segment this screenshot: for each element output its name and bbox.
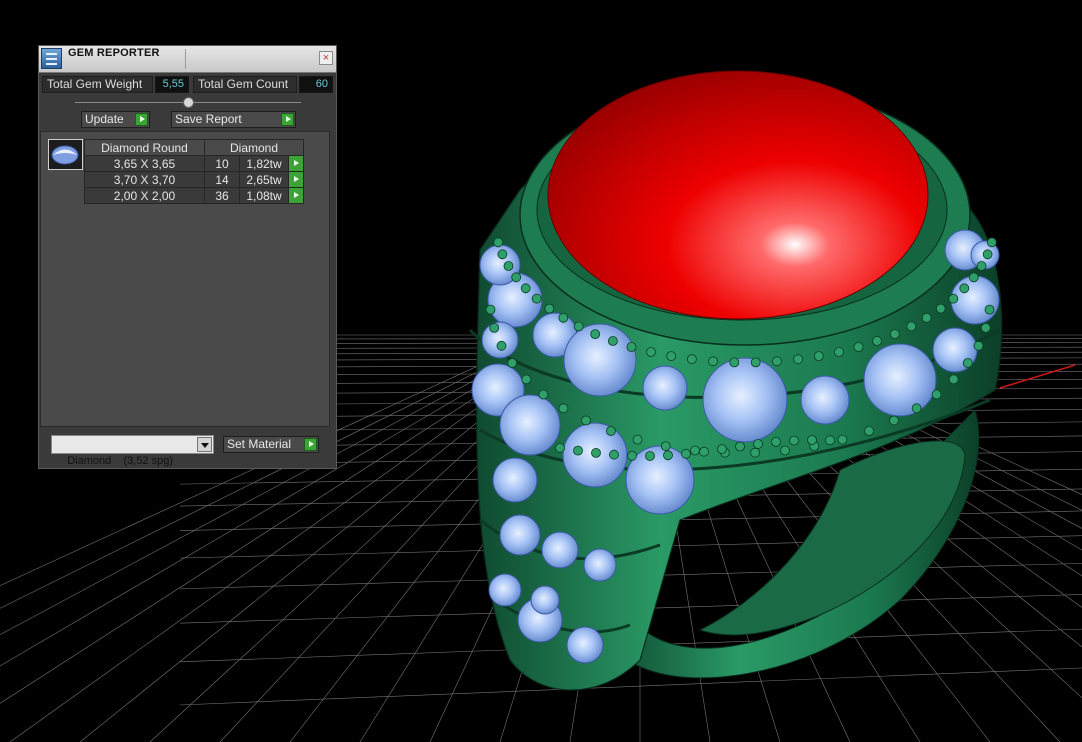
total-weight-value: 5,55 [155, 76, 189, 93]
gem-weight-cell: 1,08tw [239, 187, 289, 204]
gem-reporter-icon [41, 48, 62, 69]
gem-size-cell: 3,65 X 3,65 [84, 155, 205, 172]
save-report-button[interactable]: Save Report [171, 111, 296, 128]
material-select-value: Diamond (3,52 spg) [67, 455, 174, 467]
table-row[interactable]: 2,00 X 2,00 36 1,08tw [84, 187, 304, 204]
table-row[interactable]: 3,70 X 3,70 14 2,65tw [84, 171, 304, 188]
total-count-label: Total Gem Count [193, 76, 297, 93]
set-material-button[interactable]: Set Material [223, 436, 319, 453]
gem-reporter-panel: GEM REPORTER × Total Gem Weight 5,55 Tot… [38, 45, 337, 469]
gem-count-cell: 14 [204, 171, 240, 188]
gem-table: Diamond Round Diamond 3,65 X 3,65 10 1,8… [84, 139, 304, 204]
total-count-value: 60 [299, 76, 333, 93]
center-cabochon [547, 70, 929, 320]
play-arrow-icon [135, 113, 148, 126]
column-header-material: Diamond [204, 139, 304, 156]
set-material-label: Set Material [227, 437, 292, 451]
gem-weight-cell: 1,82tw [239, 155, 289, 172]
save-report-label: Save Report [175, 112, 242, 126]
panel-title: GEM REPORTER [68, 47, 160, 59]
gem-weight-cell: 2,65tw [239, 171, 289, 188]
chevron-down-icon[interactable] [197, 437, 212, 452]
update-label: Update [85, 112, 124, 126]
play-arrow-icon[interactable] [288, 155, 304, 172]
round-diamond-icon[interactable] [48, 139, 83, 170]
gem-count-cell: 36 [204, 187, 240, 204]
table-header-row: Diamond Round Diamond [84, 139, 304, 156]
table-row[interactable]: 3,65 X 3,65 10 1,82tw [84, 155, 304, 172]
update-button[interactable]: Update [81, 111, 150, 128]
gem-size-cell: 2,00 X 2,00 [84, 187, 205, 204]
total-weight-label: Total Gem Weight [42, 76, 153, 93]
slider-handle[interactable] [183, 97, 194, 108]
gem-size-cell: 3,70 X 3,70 [84, 171, 205, 188]
ring-model [468, 70, 1003, 691]
title-bar[interactable]: GEM REPORTER × [39, 46, 336, 73]
play-arrow-icon[interactable] [288, 187, 304, 204]
column-header-shape: Diamond Round [84, 139, 205, 156]
x-axis-line [999, 364, 1076, 389]
play-arrow-icon [304, 438, 317, 451]
material-select[interactable]: Diamond (3,52 spg) [51, 435, 214, 467]
play-arrow-icon [281, 113, 294, 126]
gem-count-cell: 10 [204, 155, 240, 172]
play-arrow-icon[interactable] [288, 171, 304, 188]
title-divider [185, 49, 186, 69]
close-icon[interactable]: × [319, 51, 333, 65]
